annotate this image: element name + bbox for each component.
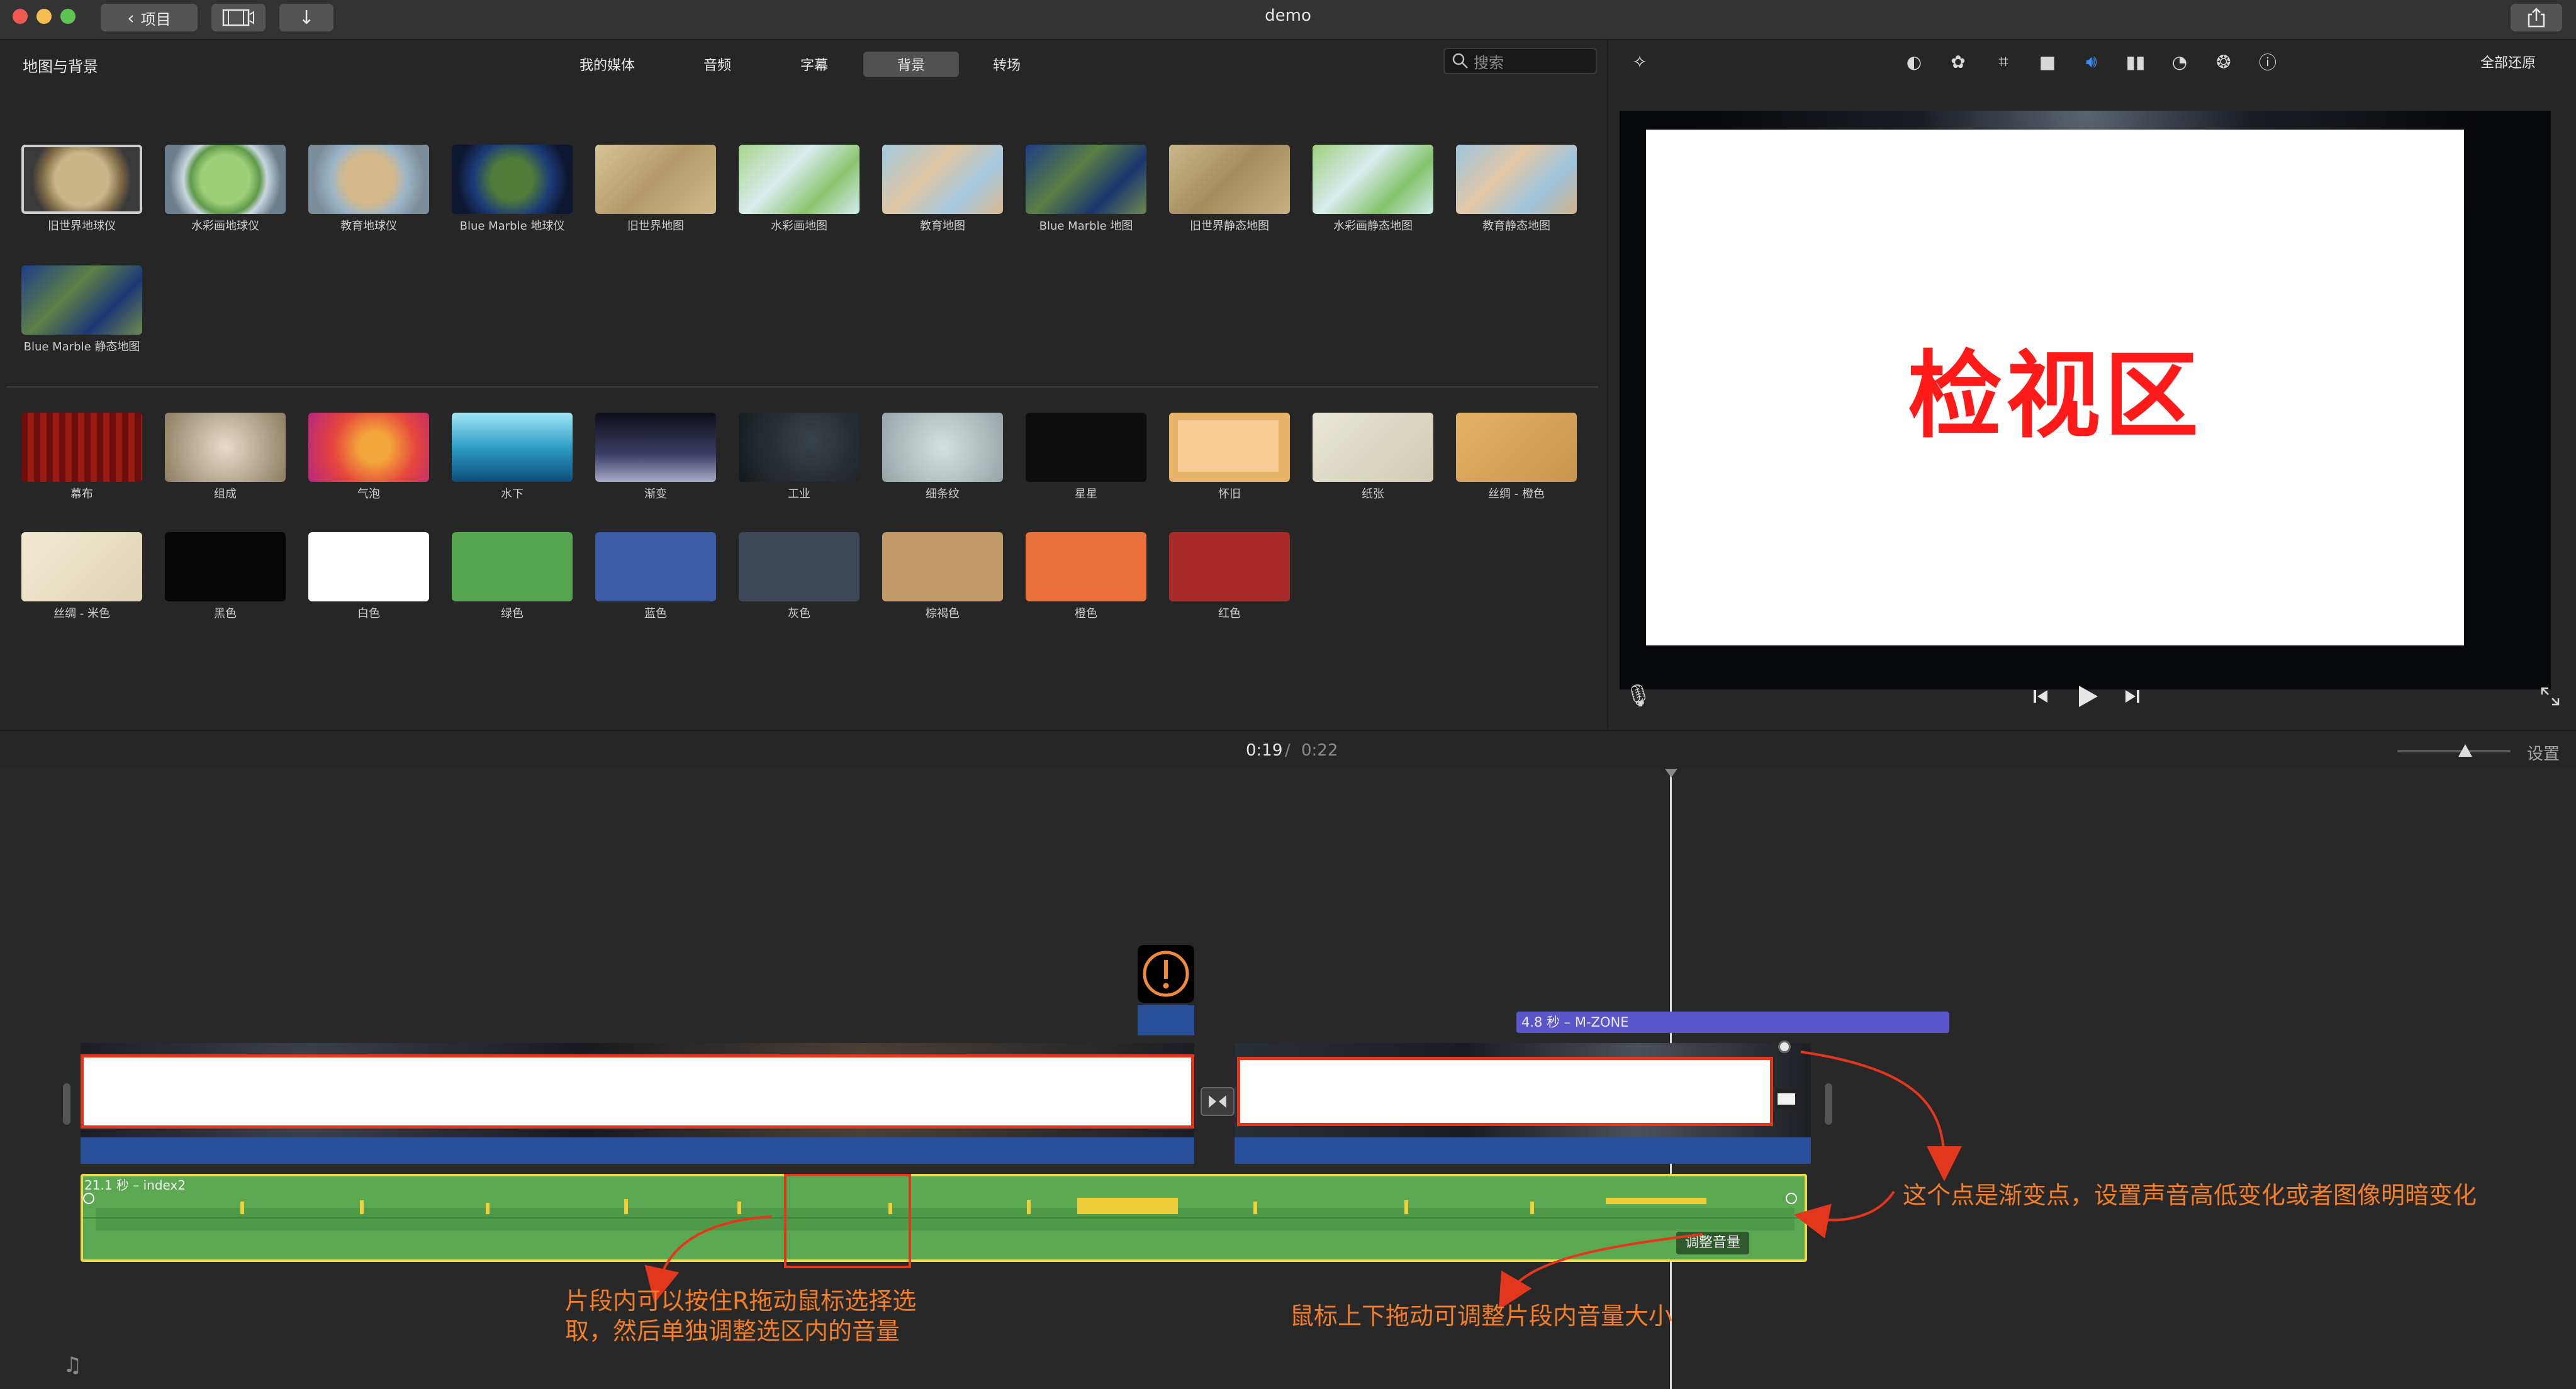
annotation-drag-volume: 鼠标上下拖动可调整片段内音量大小 [1290,1302,1673,1330]
annotation-range-select: 片段内可以按住R拖动鼠标选择选取，然后单独调整选区内的音量 [565,1287,917,1345]
annotation-fade-point: 这个点是渐变点，设置声音高低变化或者图像明暗变化 [1903,1181,2477,1209]
